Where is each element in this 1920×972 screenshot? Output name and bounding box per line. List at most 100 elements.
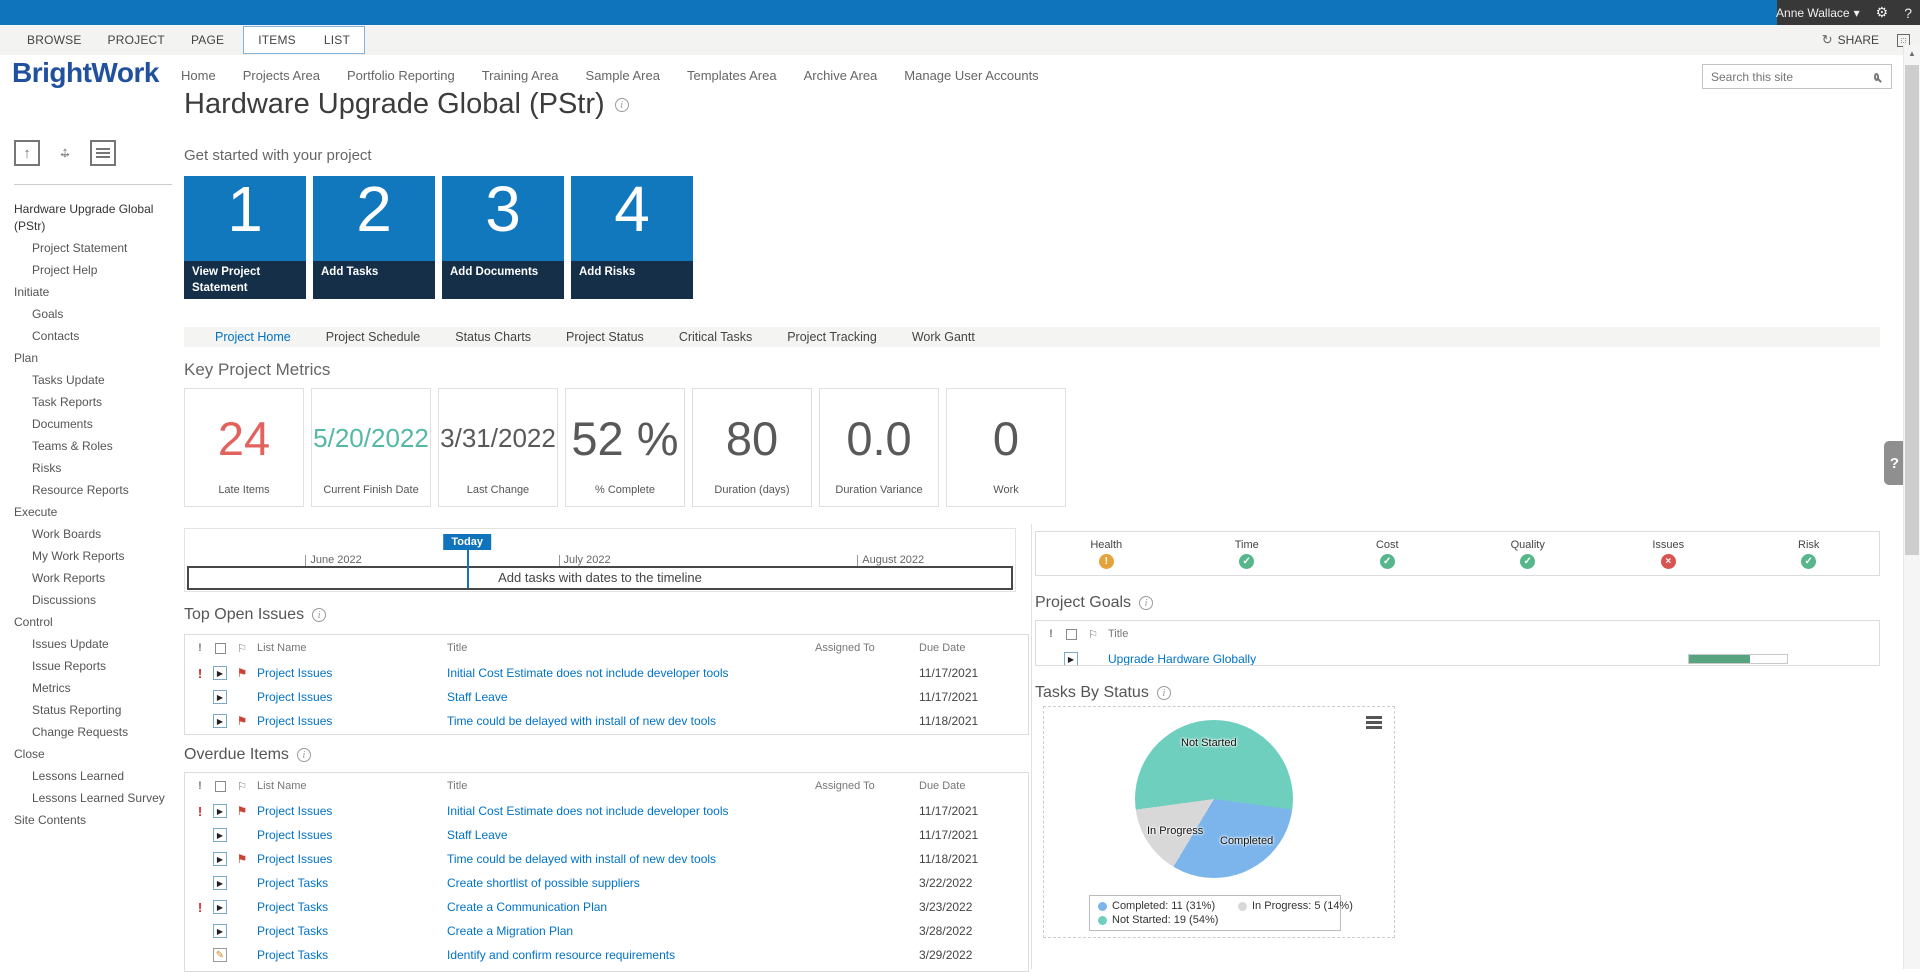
item-title-link[interactable]: Initial Cost Estimate does not include d…	[447, 804, 729, 818]
vertical-scrollbar[interactable]: ▲	[1903, 45, 1920, 969]
search-input[interactable]	[1703, 70, 1874, 84]
item-menu-icon[interactable]: ▶	[213, 924, 227, 938]
list-name-link[interactable]: Project Tasks	[257, 900, 328, 914]
legend-item-completed[interactable]: Completed: 11 (31%)	[1098, 900, 1238, 912]
share-button[interactable]: ↻SHARE	[1822, 32, 1879, 48]
metric-card--complete[interactable]: 52 %% Complete	[565, 388, 685, 507]
column-due-date[interactable]: Due Date	[919, 635, 1019, 661]
item-title-link[interactable]: Staff Leave	[447, 690, 508, 704]
sidebar-item-work-boards[interactable]: Work Boards	[14, 523, 172, 545]
info-icon[interactable]: i	[297, 748, 311, 762]
checkbox-column-icon[interactable]	[210, 773, 230, 799]
scrollbar-thumb[interactable]	[1905, 65, 1919, 555]
item-title-link[interactable]: Create a Communication Plan	[447, 900, 607, 914]
item-title-link[interactable]: Identify and confirm resource requiremen…	[447, 948, 675, 962]
column-list-name[interactable]: List Name	[257, 635, 427, 661]
list-name-link[interactable]: Project Issues	[257, 828, 332, 842]
view-tab-project-schedule[interactable]: Project Schedule	[326, 330, 421, 344]
item-title-link[interactable]: Time could be delayed with install of ne…	[447, 852, 716, 866]
list-name-link[interactable]: Project Issues	[257, 690, 332, 704]
ribbon-tab-list[interactable]: LIST	[310, 27, 364, 53]
sidebar-item-risks[interactable]: Risks	[14, 457, 172, 479]
metric-card-duration-variance[interactable]: 0.0Duration Variance	[819, 388, 939, 507]
ribbon-tab-page[interactable]: PAGE	[178, 27, 237, 53]
nav-link-sample-area[interactable]: Sample Area	[586, 68, 660, 83]
nav-link-archive-area[interactable]: Archive Area	[804, 68, 878, 83]
goal-title-link[interactable]: Upgrade Hardware Globally	[1108, 652, 1256, 666]
item-menu-icon[interactable]: ▶	[213, 666, 227, 680]
info-icon[interactable]: i	[615, 98, 629, 112]
feedback-help-tab[interactable]: ?	[1884, 441, 1905, 485]
help-icon[interactable]: ?	[1904, 5, 1912, 21]
scroll-up-arrow-icon[interactable]: ▲	[1904, 49, 1920, 58]
list-name-link[interactable]: Project Tasks	[257, 948, 328, 962]
list-name-link[interactable]: Project Issues	[257, 852, 332, 866]
sidebar-item-work-reports[interactable]: Work Reports	[14, 567, 172, 589]
box-arrow-up-icon[interactable]: ↑	[14, 140, 40, 166]
column-title[interactable]: Title	[1108, 621, 1278, 647]
column-due-date[interactable]: Due Date	[919, 773, 1019, 799]
sidebar-item-plan[interactable]: Plan	[14, 347, 172, 369]
item-title-link[interactable]: Staff Leave	[447, 828, 508, 842]
view-tab-project-home[interactable]: Project Home	[215, 330, 291, 344]
metric-card-late-items[interactable]: 24Late Items	[184, 388, 304, 507]
item-title-link[interactable]: Create a Migration Plan	[447, 924, 573, 938]
view-tab-work-gantt[interactable]: Work Gantt	[912, 330, 975, 344]
sidebar-item-hardware-upgrade-global-pstr-[interactable]: Hardware Upgrade Global (PStr)	[14, 198, 172, 237]
item-menu-icon[interactable]: ▶	[1064, 652, 1078, 666]
sidebar-item-project-help[interactable]: Project Help	[14, 259, 172, 281]
brightwork-logo[interactable]: BrightWork	[12, 57, 159, 89]
get-started-tile-2[interactable]: 2Add Tasks	[313, 176, 435, 299]
sidebar-item-change-requests[interactable]: Change Requests	[14, 721, 172, 743]
sidebar-item-metrics[interactable]: Metrics	[14, 677, 172, 699]
sidebar-item-resource-reports[interactable]: Resource Reports	[14, 479, 172, 501]
get-started-tile-1[interactable]: 1View Project Statement	[184, 176, 306, 299]
info-icon[interactable]: i	[1157, 686, 1171, 700]
sidebar-item-project-statement[interactable]: Project Statement	[14, 237, 172, 259]
info-icon[interactable]: i	[312, 608, 326, 622]
legend-item-not-started[interactable]: Not Started: 19 (54%)	[1098, 914, 1238, 926]
sidebar-item-my-work-reports[interactable]: My Work Reports	[14, 545, 172, 567]
view-tab-status-charts[interactable]: Status Charts	[455, 330, 531, 344]
metric-card-last-change[interactable]: 3/31/2022Last Change	[438, 388, 558, 507]
nav-link-projects-area[interactable]: Projects Area	[243, 68, 320, 83]
sidebar-item-documents[interactable]: Documents	[14, 413, 172, 435]
list-name-link[interactable]: Project Issues	[257, 666, 332, 680]
column-list-name[interactable]: List Name	[257, 773, 427, 799]
nav-link-home[interactable]: Home	[181, 68, 216, 83]
column-title[interactable]: Title	[447, 773, 807, 799]
item-menu-icon[interactable]: ▶	[213, 852, 227, 866]
sidebar-item-contacts[interactable]: Contacts	[14, 325, 172, 347]
ribbon-tab-project[interactable]: PROJECT	[95, 27, 178, 53]
sidebar-item-teams-roles[interactable]: Teams & Roles	[14, 435, 172, 457]
item-title-link[interactable]: Initial Cost Estimate does not include d…	[447, 666, 729, 680]
chart-menu-icon[interactable]	[1366, 716, 1382, 731]
sidebar-item-lessons-learned[interactable]: Lessons Learned	[14, 765, 172, 787]
sidebar-item-site-contents[interactable]: Site Contents	[14, 809, 172, 831]
item-menu-icon[interactable]: ▶	[213, 876, 227, 890]
view-tab-project-status[interactable]: Project Status	[566, 330, 644, 344]
ribbon-tab-items[interactable]: ITEMS	[244, 27, 310, 53]
item-title-link[interactable]: Time could be delayed with install of ne…	[447, 714, 716, 728]
get-started-tile-3[interactable]: 3Add Documents	[442, 176, 564, 299]
column-assigned-to[interactable]: Assigned To	[815, 635, 925, 661]
search-icon[interactable]	[1874, 73, 1879, 81]
legend-item-in-progress[interactable]: In Progress: 5 (14%)	[1238, 900, 1353, 912]
sidebar-item-issue-reports[interactable]: Issue Reports	[14, 655, 172, 677]
column-title[interactable]: Title	[447, 635, 807, 661]
checkbox-column-icon[interactable]	[1061, 621, 1081, 647]
item-menu-icon[interactable]: ▶	[213, 714, 227, 728]
column-assigned-to[interactable]: Assigned To	[815, 773, 925, 799]
sidebar-item-discussions[interactable]: Discussions	[14, 589, 172, 611]
sidebar-item-task-reports[interactable]: Task Reports	[14, 391, 172, 413]
document-lines-icon[interactable]	[90, 140, 116, 166]
edit-icon[interactable]: ✎	[213, 948, 227, 962]
sidebar-item-execute[interactable]: Execute	[14, 501, 172, 523]
sidebar-item-status-reporting[interactable]: Status Reporting	[14, 699, 172, 721]
metric-card-work[interactable]: 0Work	[946, 388, 1066, 507]
nav-link-portfolio-reporting[interactable]: Portfolio Reporting	[347, 68, 455, 83]
sidebar-item-close[interactable]: Close	[14, 743, 172, 765]
ribbon-tab-browse[interactable]: BROWSE	[14, 27, 95, 53]
info-icon[interactable]: i	[1139, 596, 1153, 610]
metric-card-current-finish-date[interactable]: 5/20/2022Current Finish Date	[311, 388, 431, 507]
